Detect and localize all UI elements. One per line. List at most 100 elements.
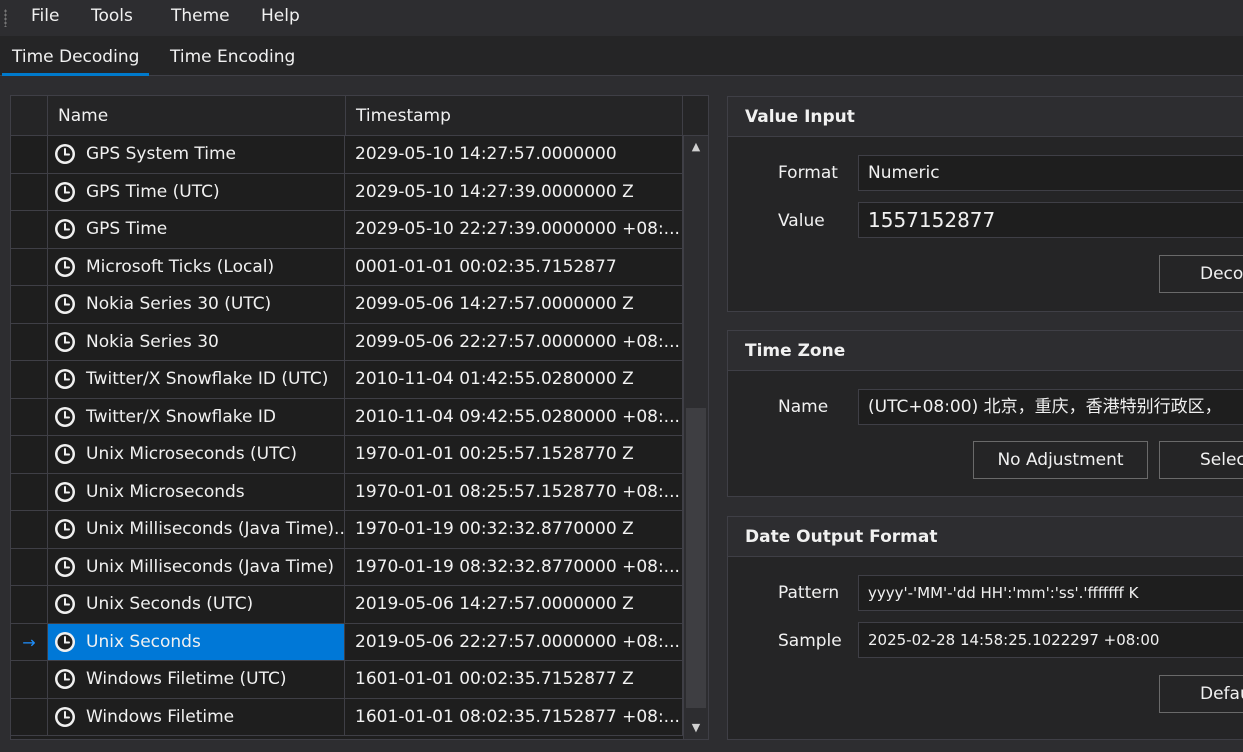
cell-timestamp[interactable]: 1970-01-19 00:32:32.8770000 Z	[346, 511, 683, 548]
tab-time-encoding[interactable]: Time Encoding	[160, 36, 305, 76]
table-row[interactable]: Unix Milliseconds (Java Time)... 1970-01-…	[11, 511, 683, 549]
toolbar-grip[interactable]	[4, 9, 7, 27]
cell-timestamp-text: 2099-05-06 14:27:57.0000000 Z	[355, 294, 634, 315]
scrollbar-thumb[interactable]	[686, 408, 706, 708]
scroll-up-arrow-icon[interactable]: ▲	[684, 136, 708, 158]
cell-name[interactable]: Unix Microseconds (UTC)	[48, 436, 345, 473]
row-indicator[interactable]	[11, 323, 48, 360]
row-indicator[interactable]	[11, 248, 48, 285]
grid-rows: GPS System Time 2029-05-10 14:27:57.00000…	[11, 136, 683, 736]
table-row[interactable]: Unix Microseconds (UTC) 1970-01-01 00:25:…	[11, 436, 683, 474]
cell-name-text: Unix Microseconds (UTC)	[86, 444, 298, 465]
cell-timestamp[interactable]: 1970-01-19 08:32:32.8770000 +08:...	[346, 548, 683, 585]
table-row[interactable]: Nokia Series 30 (UTC) 2099-05-06 14:27:57…	[11, 286, 683, 324]
no-adjustment-button[interactable]: No Adjustment	[973, 441, 1148, 479]
cell-timestamp-text: 0001-01-01 00:02:35.7152877	[355, 256, 617, 277]
menu-file[interactable]: File	[31, 0, 59, 32]
column-header-name[interactable]: Name	[48, 96, 346, 136]
row-indicator[interactable]	[11, 586, 48, 623]
cell-name[interactable]: GPS System Time	[48, 136, 345, 173]
row-indicator[interactable]	[11, 436, 48, 473]
row-indicator[interactable]: →	[11, 623, 48, 660]
cell-timestamp[interactable]: 1970-01-01 08:25:57.1528770 +08:...	[346, 473, 683, 510]
row-indicator[interactable]	[11, 398, 48, 435]
cell-timestamp[interactable]: 2099-05-06 22:27:57.0000000 +08:...	[346, 323, 683, 360]
table-row[interactable]: Windows Filetime 1601-01-01 08:02:35.7152…	[11, 698, 683, 736]
cell-name[interactable]: Unix Seconds	[48, 623, 345, 660]
value-input[interactable]: 1557152877	[858, 202, 1243, 238]
row-indicator[interactable]	[11, 211, 48, 248]
table-row[interactable]: Twitter/X Snowflake ID 2010-11-04 09:42:5…	[11, 398, 683, 436]
menu-help[interactable]: Help	[261, 0, 300, 32]
cell-name[interactable]: Unix Microseconds	[48, 473, 345, 510]
row-indicator[interactable]	[11, 286, 48, 323]
table-row[interactable]: Unix Microseconds 1970-01-01 08:25:57.152…	[11, 473, 683, 511]
table-row[interactable]: GPS Time (UTC) 2029-05-10 14:27:39.000000…	[11, 173, 683, 211]
format-dropdown[interactable]: Numeric	[858, 155, 1243, 191]
cell-name[interactable]: GPS Time	[48, 211, 345, 248]
default-button[interactable]: Defau	[1159, 675, 1243, 713]
cell-name[interactable]: Microsoft Ticks (Local)	[48, 248, 345, 285]
pattern-label: Pattern	[778, 583, 840, 603]
row-indicator[interactable]	[11, 473, 48, 510]
cell-timestamp[interactable]: 0001-01-01 00:02:35.7152877	[346, 248, 683, 285]
cell-timestamp[interactable]: 1970-01-01 00:25:57.1528770 Z	[346, 436, 683, 473]
table-row[interactable]: GPS System Time 2029-05-10 14:27:57.00000…	[11, 136, 683, 174]
timezone-dropdown[interactable]: (UTC+08:00) 北京，重庆，香港特别行政区，	[858, 389, 1243, 425]
menu-tools[interactable]: Tools	[91, 0, 133, 32]
cell-name[interactable]: Twitter/X Snowflake ID (UTC)	[48, 361, 345, 398]
cell-name[interactable]: Windows Filetime (UTC)	[48, 661, 345, 698]
tab-time-decoding[interactable]: Time Decoding	[2, 36, 150, 76]
cell-timestamp-text: 1970-01-01 00:25:57.1528770 Z	[355, 444, 634, 465]
row-indicator[interactable]	[11, 136, 48, 173]
cell-timestamp[interactable]: 2019-05-06 14:27:57.0000000 Z	[346, 586, 683, 623]
menu-theme[interactable]: Theme	[171, 0, 230, 32]
decode-button[interactable]: Deco	[1159, 255, 1243, 293]
cell-timestamp[interactable]: 1601-01-01 08:02:35.7152877 +08:...	[346, 698, 683, 735]
cell-timestamp-text: 1970-01-01 08:25:57.1528770 +08:...	[355, 481, 680, 502]
table-row[interactable]: Windows Filetime (UTC) 1601-01-01 00:02:3…	[11, 661, 683, 699]
table-row[interactable]: Microsoft Ticks (Local) 0001-01-01 00:02:…	[11, 248, 683, 286]
value-input-panel: Value Input Format Numeric Value 1557152…	[727, 96, 1243, 312]
cell-timestamp[interactable]: 2029-05-10 22:27:39.0000000 +08:...	[346, 211, 683, 248]
row-indicator[interactable]	[11, 173, 48, 210]
scroll-down-arrow-icon[interactable]: ▼	[684, 717, 708, 739]
cell-timestamp[interactable]: 2010-11-04 09:42:55.0280000 +08:...	[346, 398, 683, 435]
cell-timestamp[interactable]: 2029-05-10 14:27:57.0000000	[346, 136, 683, 173]
cell-name[interactable]: Unix Seconds (UTC)	[48, 586, 345, 623]
cell-name[interactable]: GPS Time (UTC)	[48, 173, 345, 210]
cell-name[interactable]: Nokia Series 30	[48, 323, 345, 360]
table-row[interactable]: Unix Seconds (UTC) 2019-05-06 14:27:57.00…	[11, 586, 683, 624]
cell-timestamp-text: 1601-01-01 08:02:35.7152877 +08:...	[355, 706, 680, 727]
row-indicator[interactable]	[11, 548, 48, 585]
cell-name[interactable]: Twitter/X Snowflake ID	[48, 398, 345, 435]
cell-timestamp-text: 2029-05-10 14:27:39.0000000 Z	[355, 181, 634, 202]
table-row[interactable]: GPS Time 2029-05-10 22:27:39.0000000 +08:…	[11, 211, 683, 249]
table-row[interactable]: Nokia Series 30 2099-05-06 22:27:57.00000…	[11, 323, 683, 361]
row-indicator[interactable]	[11, 661, 48, 698]
pattern-input[interactable]: yyyy'-'MM'-'dd HH':'mm':'ss'.'fffffff K	[858, 575, 1243, 611]
row-indicator[interactable]	[11, 361, 48, 398]
table-row[interactable]: → Unix Seconds 2019-05-06 22:27:57.0000000…	[11, 623, 683, 661]
cell-name[interactable]: Unix Milliseconds (Java Time)	[48, 548, 345, 585]
table-row[interactable]: Twitter/X Snowflake ID (UTC) 2010-11-04 0…	[11, 361, 683, 399]
table-row[interactable]: Unix Milliseconds (Java Time) 1970-01-19 …	[11, 548, 683, 586]
row-indicator[interactable]	[11, 511, 48, 548]
cell-timestamp[interactable]: 2099-05-06 14:27:57.0000000 Z	[346, 286, 683, 323]
cell-timestamp[interactable]: 2010-11-04 01:42:55.0280000 Z	[346, 361, 683, 398]
cell-name[interactable]: Nokia Series 30 (UTC)	[48, 286, 345, 323]
cell-name[interactable]: Windows Filetime	[48, 698, 345, 735]
vertical-scrollbar[interactable]: ▲ ▼	[683, 136, 708, 739]
cell-timestamp[interactable]: 2019-05-06 22:27:57.0000000 +08:...	[346, 623, 683, 660]
select-button[interactable]: Selec	[1159, 441, 1243, 479]
value-label: Value	[778, 211, 825, 231]
cell-name[interactable]: Unix Milliseconds (Java Time)...	[48, 511, 345, 548]
column-header-timestamp[interactable]: Timestamp	[346, 96, 683, 136]
cell-timestamp[interactable]: 1601-01-01 00:02:35.7152877 Z	[346, 661, 683, 698]
clock-icon	[55, 219, 75, 240]
date-output-title: Date Output Format	[728, 517, 1243, 557]
row-indicator[interactable]	[11, 698, 48, 735]
cell-name-text: Unix Seconds (UTC)	[86, 594, 254, 615]
cell-timestamp[interactable]: 2029-05-10 14:27:39.0000000 Z	[346, 173, 683, 210]
date-output-panel: Date Output Format Pattern yyyy'-'MM'-'d…	[727, 516, 1243, 740]
